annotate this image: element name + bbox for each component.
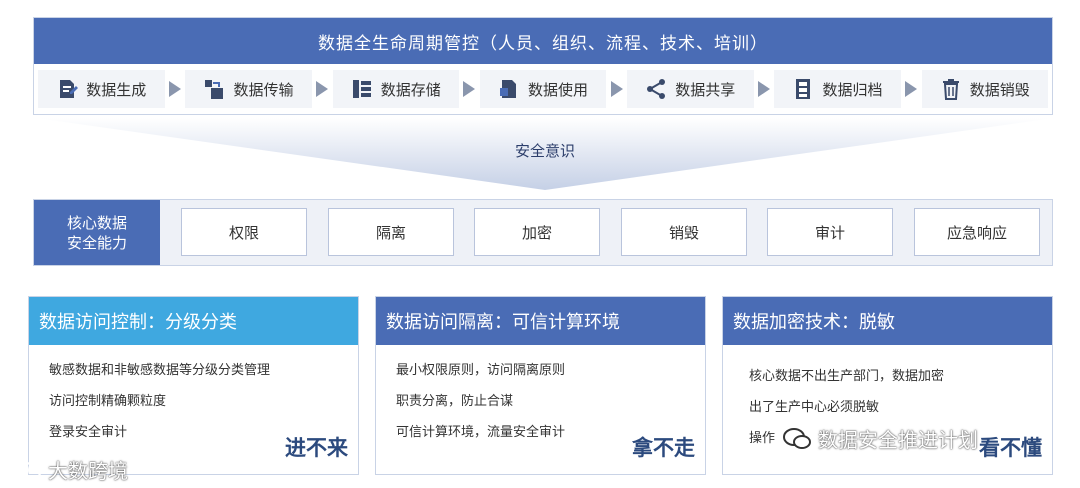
archive-cabinet-icon — [796, 79, 811, 99]
card-title: 数据访问控制：分级分类 — [29, 297, 358, 345]
lifecycle-steps: 数据生成 数据传输 数据存储 数据使用 数据共享 数据归档 数据销毁 — [38, 68, 1048, 110]
step-label: 数据生成 — [86, 80, 147, 99]
awareness-label: 安全意识 — [514, 142, 575, 160]
card-access-isolation: 数据访问隔离：可信计算环境 最小权限原则，访问隔离原则 职责分离，防止合谋 可信… — [375, 296, 706, 475]
step-generate: 数据生成 — [38, 70, 165, 108]
card-item: 核心数据不出生产部门，数据加密 — [749, 369, 945, 384]
document-edit-icon — [60, 80, 79, 98]
trash-icon — [942, 79, 959, 100]
document-use-icon — [499, 80, 516, 98]
card-access-control: 数据访问控制：分级分类 敏感数据和非敏感数据等分级分类管理 访问控制精确颗粒度 … — [28, 296, 359, 475]
card-motto: 拿不走 — [632, 436, 695, 460]
card-motto: 看不懂 — [979, 436, 1042, 460]
capability-audit: 审计 — [767, 208, 893, 256]
transfer-icon — [205, 80, 224, 99]
core-label: 核心数据 安全能力 — [34, 200, 160, 265]
step-label: 数据存储 — [380, 80, 441, 99]
step-share: 数据共享 — [627, 70, 754, 108]
card-item: 敏感数据和非敏感数据等分级分类管理 — [49, 363, 271, 378]
step-label: 数据共享 — [675, 80, 736, 99]
step-archive: 数据归档 — [774, 70, 901, 108]
arrow-icon — [165, 70, 186, 108]
watermark-left: 大数跨境 — [10, 455, 128, 484]
card-item: 出了生产中心必须脱敏 — [749, 400, 880, 415]
arrow-icon — [606, 70, 627, 108]
arrow-icon — [754, 70, 775, 108]
card-title: 数据访问隔离：可信计算环境 — [376, 297, 705, 345]
step-transfer: 数据传输 — [185, 70, 312, 108]
step-label: 数据归档 — [822, 80, 883, 99]
card-item: 最小权限原则，访问隔离原则 — [396, 363, 566, 378]
lifecycle-panel: 数据全生命周期管控（人员、组织、流程、技术、培训） 数据生成 数据传输 数据存储 — [33, 17, 1053, 115]
watermark-right: 数据安全推进计划 — [782, 424, 978, 453]
step-store: 数据存储 — [332, 70, 459, 108]
step-destroy: 数据销毁 — [921, 70, 1048, 108]
card-item: 操作 — [749, 431, 776, 446]
core-label-line2: 安全能力 — [66, 233, 127, 252]
share-icon — [647, 79, 666, 99]
card-item: 登录安全审计 — [49, 425, 128, 440]
card-item: 可信计算环境，流量安全审计 — [396, 425, 566, 440]
step-label: 数据传输 — [233, 80, 294, 99]
watermark-right-text: 数据安全推进计划 — [818, 428, 978, 452]
logo-icon — [11, 460, 42, 479]
capability-emergency-response: 应急响应 — [914, 208, 1040, 256]
card-item: 职责分离，防止合谋 — [396, 394, 514, 409]
card-item: 访问控制精确颗粒度 — [49, 394, 167, 409]
watermark-left-text: 大数跨境 — [48, 459, 128, 483]
arrow-icon — [312, 70, 333, 108]
card-motto: 进不来 — [285, 436, 348, 460]
capability-permission: 权限 — [181, 208, 307, 256]
core-label-line1: 核心数据 — [66, 213, 127, 232]
arrow-icon — [901, 70, 922, 108]
capability-encryption: 加密 — [474, 208, 600, 256]
capability-isolation: 隔离 — [328, 208, 454, 256]
wechat-icon — [783, 427, 811, 449]
step-label: 数据使用 — [527, 80, 588, 99]
step-use: 数据使用 — [479, 70, 607, 108]
step-label: 数据销毁 — [969, 80, 1030, 99]
core-capabilities-panel: 核心数据 安全能力 权限 隔离 加密 销毁 审计 应急响应 — [33, 199, 1053, 266]
capability-destroy: 销毁 — [621, 208, 747, 256]
arrow-icon — [459, 70, 480, 108]
card-title: 数据加密技术：脱敏 — [723, 297, 1052, 345]
database-stack-icon — [352, 80, 371, 98]
lifecycle-title: 数据全生命周期管控（人员、组织、流程、技术、培训） — [34, 18, 1052, 64]
